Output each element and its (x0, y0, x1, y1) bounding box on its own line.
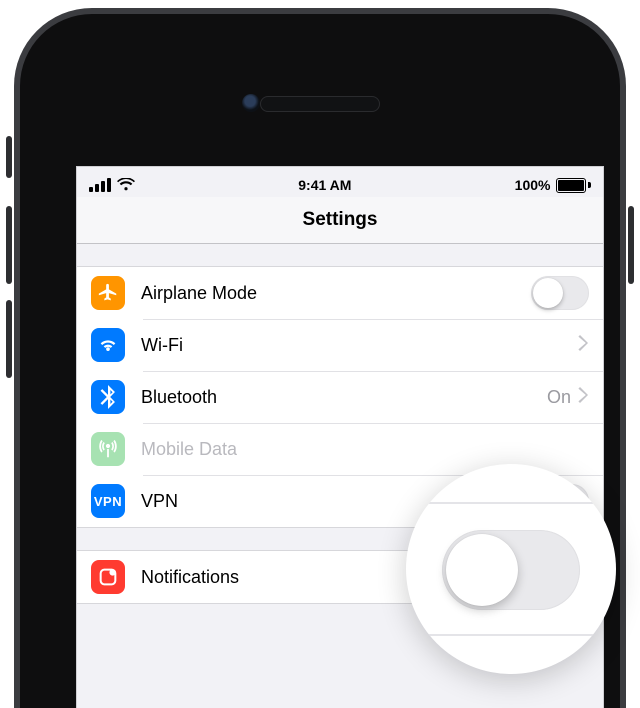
status-bar: 9:41 AM 100% (77, 167, 603, 197)
row-label: Mobile Data (141, 439, 589, 460)
phone-volume-up (6, 206, 12, 284)
battery-percent: 100% (515, 177, 551, 193)
battery-icon (556, 178, 591, 193)
phone-power-button (628, 206, 634, 284)
row-label: Bluetooth (141, 387, 547, 408)
row-airplane-mode[interactable]: Airplane Mode (77, 267, 603, 319)
front-camera (242, 94, 260, 112)
bluetooth-icon (91, 380, 125, 414)
status-time: 9:41 AM (298, 177, 351, 193)
row-wifi[interactable]: Wi-Fi (77, 319, 603, 371)
phone-mute-switch (6, 136, 12, 178)
wifi-settings-icon (91, 328, 125, 362)
row-value: On (547, 387, 571, 408)
row-label: Wi-Fi (141, 335, 577, 356)
nav-bar: Settings (77, 197, 603, 244)
page-title: Settings (303, 209, 378, 231)
chevron-right-icon (577, 334, 589, 357)
vpn-icon: VPN (91, 484, 125, 518)
row-bluetooth[interactable]: Bluetooth On (77, 371, 603, 423)
phone-volume-down (6, 300, 12, 378)
zoom-callout-vpn-toggle (406, 464, 616, 674)
cellular-signal-icon (89, 178, 111, 192)
notifications-icon (91, 560, 125, 594)
airplane-icon (91, 276, 125, 310)
row-label: Airplane Mode (141, 283, 531, 304)
group-spacer (77, 244, 603, 266)
airplane-toggle[interactable] (531, 276, 589, 310)
mobile-data-icon (91, 432, 125, 466)
earpiece-speaker (260, 96, 380, 112)
wifi-icon (117, 178, 135, 192)
vpn-toggle-zoomed (442, 530, 580, 610)
chevron-right-icon (577, 386, 589, 409)
